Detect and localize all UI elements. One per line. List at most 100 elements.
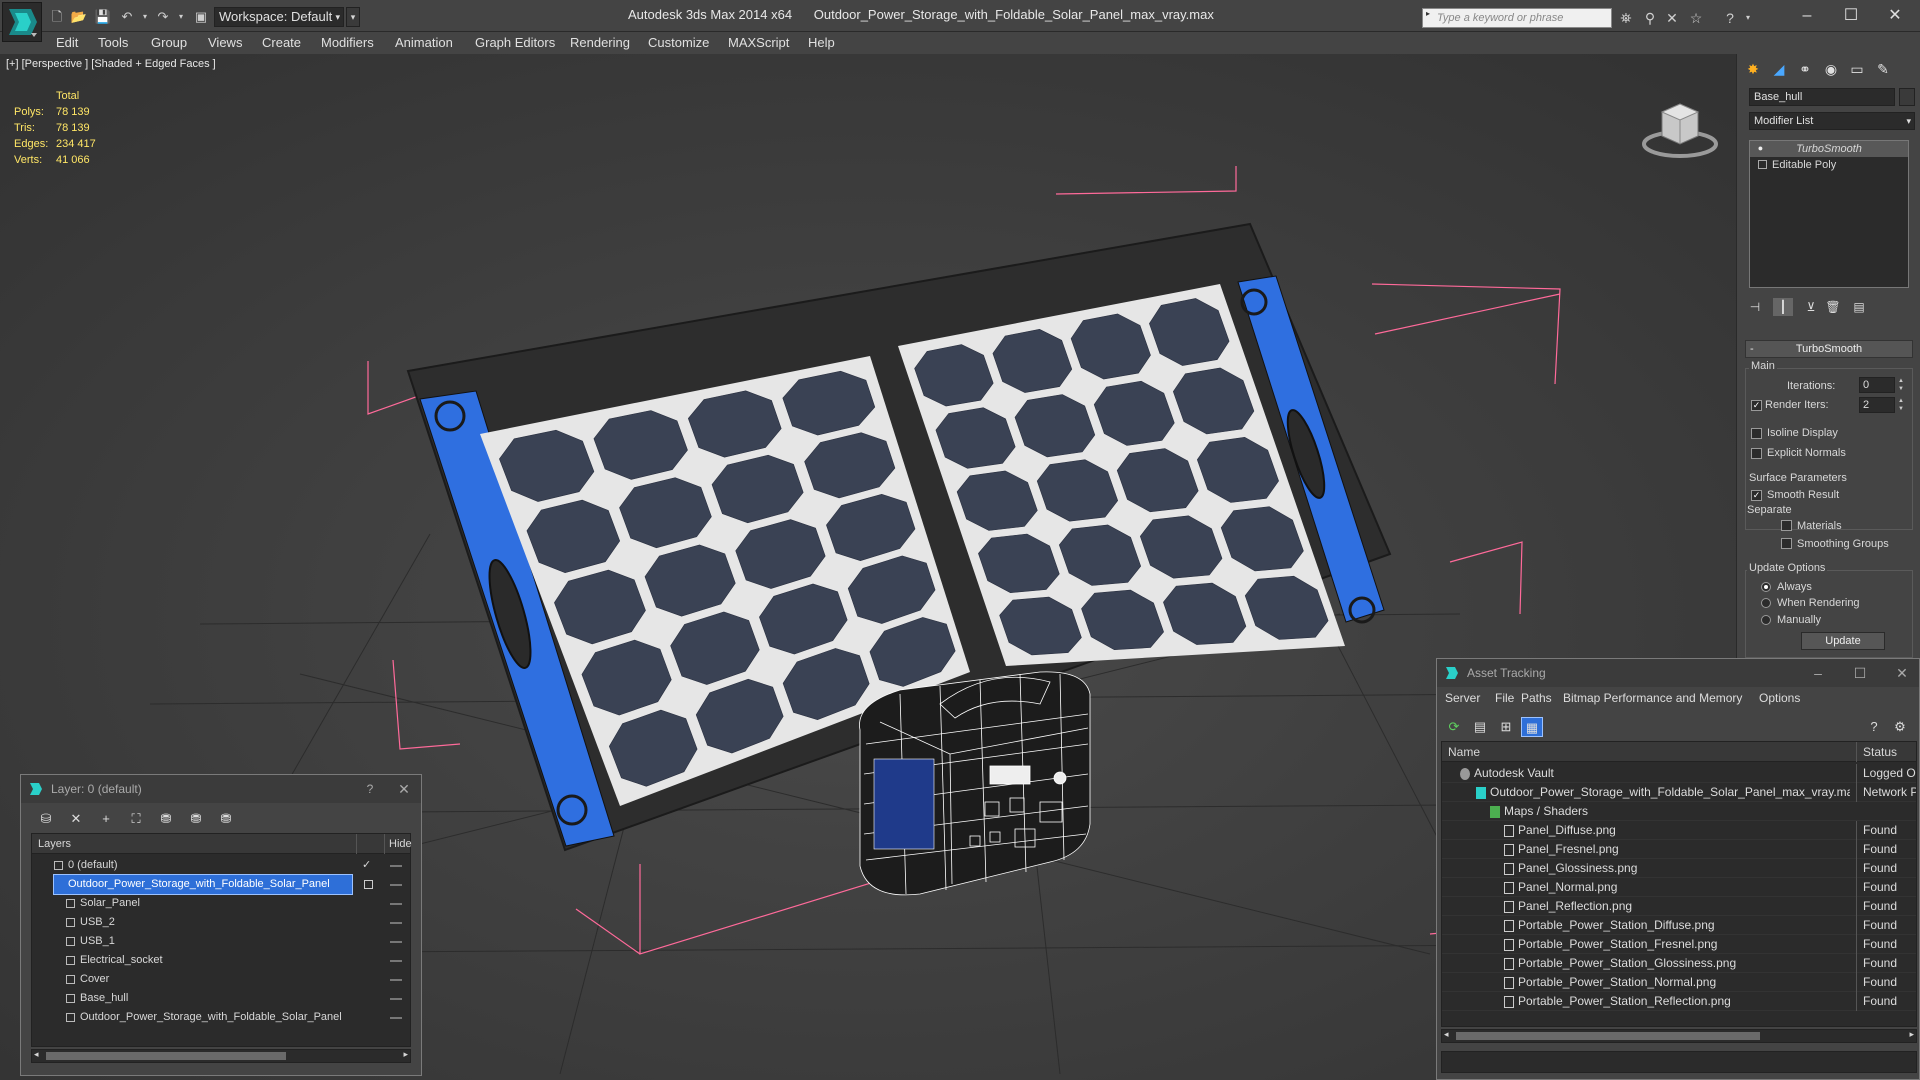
column-hide[interactable]: Hide [384, 834, 412, 854]
turbosmooth-rollout[interactable]: - TurboSmooth [1745, 340, 1913, 358]
pin-stack-icon[interactable]: ⊣ [1745, 298, 1765, 316]
asset-row[interactable]: Outdoor_Power_Storage_with_Foldable_Sola… [1442, 783, 1916, 802]
scroll-right-icon[interactable]: ▸ [403, 1049, 408, 1060]
hide-toggle-icon[interactable] [390, 941, 402, 943]
scroll-left-icon[interactable]: ◂ [34, 1049, 39, 1060]
asset-row[interactable]: Portable_Power_Station_Reflection.png Fou… [1442, 992, 1916, 1011]
motion-tab-icon[interactable]: ◉ [1819, 58, 1843, 80]
update-always-radio[interactable] [1761, 582, 1771, 592]
hide-toggle-icon[interactable] [390, 865, 402, 867]
menu-graph-editors[interactable]: Graph Editors [475, 35, 555, 50]
explicit-normals-checkbox[interactable] [1751, 448, 1762, 459]
asset-path-field[interactable] [1441, 1051, 1917, 1073]
make-unique-icon[interactable]: ⊻ [1801, 298, 1821, 316]
render-iters-spinner[interactable]: 2 [1859, 397, 1895, 413]
object-name-field[interactable]: Base_hull [1749, 88, 1895, 106]
scroll-left-icon[interactable]: ◂ [1444, 1029, 1449, 1040]
menu-edit[interactable]: Edit [56, 35, 78, 50]
asset-row[interactable]: Portable_Power_Station_Normal.png Found [1442, 973, 1916, 992]
project-folder-icon[interactable]: ▣ [192, 8, 210, 26]
asset-row[interactable]: Panel_Diffuse.png Found [1442, 821, 1916, 840]
modify-tab-icon[interactable]: ◢ [1767, 58, 1791, 80]
asset-row[interactable]: Portable_Power_Station_Diffuse.png Found [1442, 916, 1916, 935]
layer-row[interactable]: Outdoor_Power_Storage_with_Foldable_Sola… [32, 874, 410, 895]
asset-row[interactable]: Panel_Glossiness.png Found [1442, 859, 1916, 878]
column-layers[interactable]: Layers [38, 834, 71, 854]
smooth-result-checkbox[interactable]: ✓ [1751, 490, 1762, 501]
undo-icon[interactable]: ↶ [118, 8, 136, 26]
delete-layer-icon[interactable]: ✕ [63, 809, 89, 829]
help-icon[interactable]: ? [1863, 717, 1885, 737]
hide-all-layers-icon[interactable]: ⛃ [183, 809, 209, 829]
save-file-icon[interactable]: 💾 [94, 8, 112, 26]
menu-help[interactable]: Help [808, 35, 835, 50]
help-icon[interactable]: ? [1720, 9, 1740, 27]
refresh-icon[interactable]: ⟳ [1443, 717, 1465, 737]
search-input[interactable]: Type a keyword or phrase [1422, 8, 1612, 28]
redo-icon[interactable]: ↷ [154, 8, 172, 26]
quick-access-expand-icon[interactable]: ▾ [346, 7, 360, 27]
materials-checkbox[interactable] [1781, 520, 1792, 531]
hide-toggle-icon[interactable] [390, 922, 402, 924]
asset-menu-options[interactable]: Options [1759, 691, 1800, 705]
hide-toggle-icon[interactable] [390, 979, 402, 981]
asset-horizontal-scrollbar[interactable]: ◂ ▸ [1441, 1029, 1917, 1043]
column-status[interactable]: Status [1856, 742, 1897, 762]
layer-row[interactable]: Cover [32, 970, 410, 989]
hide-toggle-icon[interactable] [390, 998, 402, 1000]
menu-create[interactable]: Create [262, 35, 301, 50]
add-to-layer-icon[interactable]: + [93, 809, 119, 829]
hide-toggle-icon[interactable] [390, 884, 402, 886]
freeze-all-layers-icon[interactable]: ⛃ [213, 809, 239, 829]
isoline-display-checkbox[interactable] [1751, 428, 1762, 439]
scrollbar-thumb[interactable] [46, 1052, 286, 1060]
list-view-icon[interactable]: ▤ [1469, 717, 1491, 737]
layer-row[interactable]: Electrical_socket [32, 951, 410, 970]
asset-menu-paths[interactable]: Paths [1521, 691, 1552, 705]
menu-rendering[interactable]: Rendering [570, 35, 630, 50]
asset-row[interactable]: Portable_Power_Station_Fresnel.png Found [1442, 935, 1916, 954]
scrollbar-thumb[interactable] [1456, 1032, 1760, 1040]
stack-item-editable-poly[interactable]: Editable Poly [1750, 157, 1908, 173]
app-logo[interactable] [2, 2, 42, 42]
asset-row[interactable]: Panel_Normal.png Found [1442, 878, 1916, 897]
configure-modifier-sets-icon[interactable]: ▤ [1849, 298, 1869, 316]
asset-row[interactable]: Portable_Power_Station_Glossiness.png Fou… [1442, 954, 1916, 973]
menu-animation[interactable]: Animation [395, 35, 453, 50]
menu-modifiers[interactable]: Modifiers [321, 35, 374, 50]
asset-menu-file[interactable]: File [1495, 691, 1514, 705]
viewcube-icon[interactable] [1640, 84, 1720, 164]
maximize-icon[interactable]: ☐ [1845, 661, 1875, 685]
iterations-spinner[interactable]: 0 [1859, 377, 1895, 393]
menu-views[interactable]: Views [208, 35, 242, 50]
lightbulb-icon[interactable]: ● [1756, 144, 1765, 153]
close-icon[interactable]: ✕ [1887, 661, 1917, 685]
menu-group[interactable]: Group [151, 35, 187, 50]
subscription-icon[interactable]: ⚲ [1640, 9, 1660, 27]
display-tab-icon[interactable]: ▭ [1845, 58, 1869, 80]
spinner-arrows-icon[interactable]: ▲ ▼ [1897, 377, 1905, 393]
maximize-icon[interactable]: ☐ [1828, 4, 1874, 28]
binoculars-icon[interactable]: ⛯ [1616, 9, 1636, 27]
menu-maxscript[interactable]: MAXScript [728, 35, 789, 50]
settings-gear-icon[interactable]: ⚙ [1889, 717, 1911, 737]
undo-dropdown-icon[interactable]: ▾ [136, 8, 154, 26]
show-end-result-icon[interactable]: ┃ [1773, 298, 1793, 316]
render-iters-checkbox[interactable]: ✓ [1751, 400, 1762, 411]
stack-item-turbosmooth[interactable]: ● TurboSmooth [1750, 141, 1908, 157]
create-tab-icon[interactable]: ✸ [1741, 58, 1765, 80]
spinner-arrows-icon[interactable]: ▲ ▼ [1897, 397, 1905, 413]
asset-row[interactable]: Panel_Fresnel.png Found [1442, 840, 1916, 859]
select-in-layer-icon[interactable]: ⛶ [123, 809, 149, 829]
expand-plus-icon[interactable] [1758, 160, 1767, 169]
highlight-layer-icon[interactable]: ⛃ [153, 809, 179, 829]
smoothing-groups-checkbox[interactable] [1781, 538, 1792, 549]
set-current-layer-icon[interactable] [364, 880, 373, 889]
hierarchy-tab-icon[interactable]: ⚭ [1793, 58, 1817, 80]
minimize-icon[interactable]: – [1784, 4, 1830, 28]
tree-view-icon[interactable]: ⊞ [1495, 717, 1517, 737]
help-icon[interactable]: ? [355, 777, 385, 801]
layer-row[interactable]: Solar_Panel [32, 894, 410, 913]
hide-toggle-icon[interactable] [390, 960, 402, 962]
object-color-swatch[interactable] [1899, 88, 1915, 106]
